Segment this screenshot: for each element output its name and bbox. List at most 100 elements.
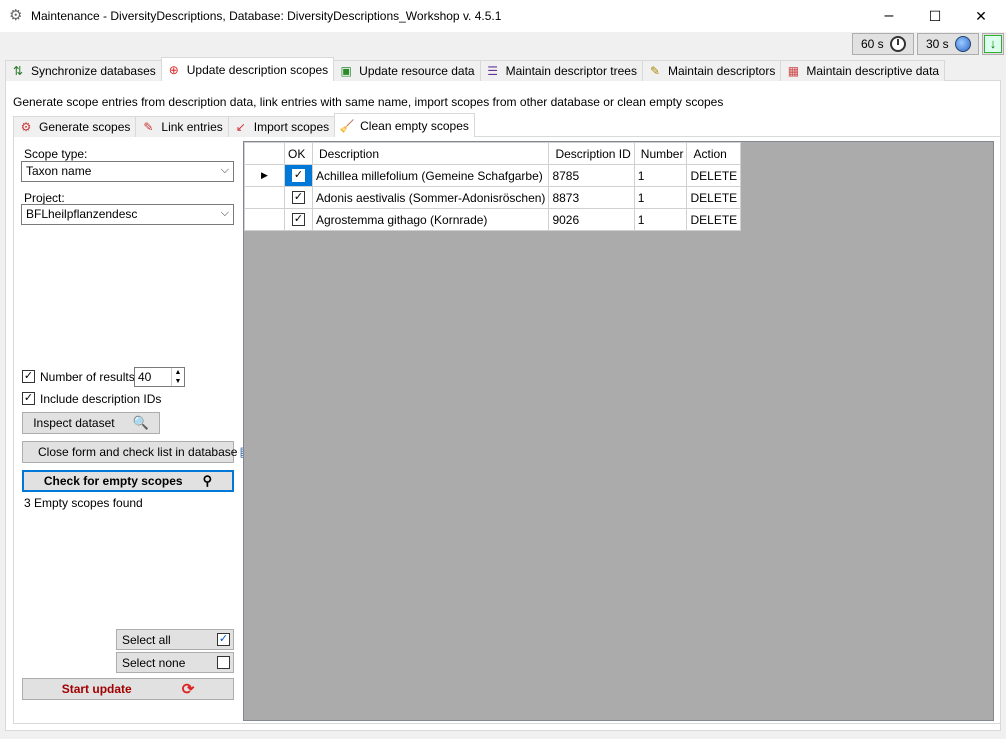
column-header-description-id[interactable]: Description ID <box>548 142 635 165</box>
close-button[interactable]: ✕ <box>958 0 1004 32</box>
ok-checkbox[interactable]: ✓ <box>292 169 305 182</box>
timer-60-button[interactable]: 60 s <box>852 33 914 55</box>
number-of-results-value: 40 <box>138 370 152 384</box>
tab-label: Link entries <box>161 120 223 134</box>
timer-60-label: 60 s <box>861 37 884 51</box>
description-id-cell[interactable]: 8785 <box>548 164 635 187</box>
export-icon: ↓ <box>984 35 1002 53</box>
tab-generate-scopes[interactable]: ⚙ Generate scopes <box>13 116 137 137</box>
number-of-results-checkbox[interactable]: ✓ <box>22 370 35 383</box>
ok-cell[interactable]: ✓ <box>284 208 313 231</box>
broom-icon: 🧹 <box>339 118 355 133</box>
magnifier-icon: 🔍 <box>132 415 149 430</box>
tab-maintain-descriptive-data[interactable]: ▦ Maintain descriptive data <box>780 60 946 81</box>
ok-checkbox[interactable]: ✓ <box>292 191 305 204</box>
unchecked-box-icon <box>217 656 230 669</box>
scope-type-select[interactable]: Taxon name ⌵ <box>21 161 234 182</box>
tab-link-entries[interactable]: ✎ Link entries <box>135 116 229 137</box>
tab-maintain-descriptors[interactable]: ✎ Maintain descriptors <box>641 60 782 81</box>
minimize-button[interactable]: – <box>866 0 912 32</box>
action-cell[interactable]: DELETE <box>686 186 742 209</box>
results-grid[interactable]: OK Description Description ID Number Act… <box>243 141 994 721</box>
window-title: Maintenance - DiversityDescriptions, Dat… <box>31 9 502 23</box>
number-cell[interactable]: 1 <box>633 186 688 209</box>
ok-checkbox[interactable]: ✓ <box>292 213 305 226</box>
import-icon: ↙ <box>235 120 246 134</box>
description-cell[interactable]: Adonis aestivalis (Sommer-Adonisröschen) <box>311 186 550 209</box>
spin-up-icon[interactable]: ▲ <box>171 368 184 377</box>
tab-label: Update description scopes <box>186 62 329 77</box>
chevron-down-icon: ⌵ <box>220 164 229 176</box>
project-select[interactable]: BFLheilpflanzendesc ⌵ <box>21 204 234 225</box>
refresh-icon: ⟳ <box>181 681 195 698</box>
tab-label: Maintain descriptors <box>667 64 776 78</box>
sync-icon: ⇅ <box>12 64 24 78</box>
results-table: OK Description Description ID Number Act… <box>244 142 742 231</box>
main-tab-strip: ⇅ Synchronize databases ⊕ Update descrip… <box>5 57 946 81</box>
row-header-cell <box>244 142 285 165</box>
table-row[interactable]: ✓ Adonis aestivalis (Sommer-Adonisrösche… <box>244 186 742 209</box>
description-id-cell[interactable]: 8873 <box>548 186 635 209</box>
action-cell[interactable]: DELETE <box>686 208 742 231</box>
row-header-cell <box>244 186 285 209</box>
number-cell[interactable]: 1 <box>633 164 688 187</box>
export-button[interactable]: ↓ <box>982 33 1004 55</box>
table-header-row: OK Description Description ID Number Act… <box>244 142 742 165</box>
table-row[interactable]: ▶ ✓ Achillea millefolium (Gemeine Schafg… <box>244 164 742 187</box>
include-description-ids-label: Include description IDs <box>40 392 162 406</box>
binoculars-icon: ⚲ <box>202 473 213 488</box>
ok-cell[interactable]: ✓ <box>284 186 313 209</box>
include-description-ids-checkbox[interactable]: ✓ <box>22 392 35 405</box>
tab-import-scopes[interactable]: ↙ Import scopes <box>227 116 336 137</box>
tab-label: Synchronize databases <box>31 64 156 78</box>
action-cell[interactable]: DELETE <box>686 164 742 187</box>
close-form-check-list-label: Close form and check list in database <box>38 445 238 459</box>
tab-update-description-scopes[interactable]: ⊕ Update description scopes <box>160 57 335 81</box>
description-id-cell[interactable]: 9026 <box>548 208 635 231</box>
close-form-check-list-button[interactable]: Close form and check list in database ▤ <box>22 441 252 463</box>
checked-box-icon: ✓ <box>217 633 230 646</box>
table-row[interactable]: ✓ Agrostemma githago (Kornrade) 9026 1 D… <box>244 208 742 231</box>
spin-down-icon[interactable]: ▼ <box>171 377 184 386</box>
ok-cell[interactable]: ✓ <box>284 164 313 187</box>
sub-tab-strip: ⚙ Generate scopes ✎ Link entries ↙ Impor… <box>13 113 475 137</box>
timer-30-label: 30 s <box>926 37 949 51</box>
column-header-action[interactable]: Action <box>686 142 742 165</box>
inspect-dataset-button[interactable]: Inspect dataset 🔍 <box>22 412 160 434</box>
tab-clean-empty-scopes[interactable]: 🧹 Clean empty scopes <box>334 113 475 137</box>
tab-label: Import scopes <box>253 120 330 134</box>
number-cell[interactable]: 1 <box>633 208 688 231</box>
generate-icon: ⚙ <box>20 120 32 134</box>
tab-label: Maintain descriptive data <box>806 64 940 78</box>
start-update-button[interactable]: Start update ⟳ <box>22 678 234 700</box>
timer-30-button[interactable]: 30 s <box>917 33 979 55</box>
check-empty-scopes-label: Check for empty scopes <box>43 474 183 488</box>
column-header-description[interactable]: Description <box>311 142 550 165</box>
link-icon: ✎ <box>143 120 154 134</box>
tab-update-resource-data[interactable]: ▣ Update resource data <box>333 60 481 81</box>
tab-label: Maintain descriptor trees <box>505 64 637 78</box>
number-of-results-stepper[interactable]: 40 ▲ ▼ <box>134 367 185 387</box>
description-text: Generate scope entries from description … <box>13 95 724 109</box>
select-none-label: Select none <box>122 655 186 670</box>
inspect-dataset-label: Inspect dataset <box>33 416 115 430</box>
target-icon: ⊕ <box>168 62 179 77</box>
tab-synchronize-databases[interactable]: ⇅ Synchronize databases <box>5 60 162 81</box>
column-header-number[interactable]: Number <box>633 142 688 165</box>
data-icon: ▦ <box>787 64 800 78</box>
column-header-ok[interactable]: OK <box>284 142 313 165</box>
image-icon: ▣ <box>340 64 352 78</box>
select-all-button[interactable]: Select all ✓ <box>116 629 234 650</box>
project-label: Project: <box>24 191 65 205</box>
description-cell[interactable]: Agrostemma githago (Kornrade) <box>311 208 550 231</box>
globe-icon <box>954 36 971 52</box>
scope-type-label: Scope type: <box>24 147 88 161</box>
maximize-button[interactable]: ☐ <box>912 0 958 32</box>
clock-icon <box>889 36 906 52</box>
tab-maintain-descriptor-trees[interactable]: ☰ Maintain descriptor trees <box>479 60 643 81</box>
current-row-arrow-icon: ▶ <box>244 164 285 187</box>
check-empty-scopes-button[interactable]: Check for empty scopes ⚲ <box>22 470 234 492</box>
description-cell[interactable]: Achillea millefolium (Gemeine Schafgarbe… <box>311 164 550 187</box>
select-none-button[interactable]: Select none <box>116 652 234 673</box>
gear-icon: ⚙ <box>9 7 23 24</box>
